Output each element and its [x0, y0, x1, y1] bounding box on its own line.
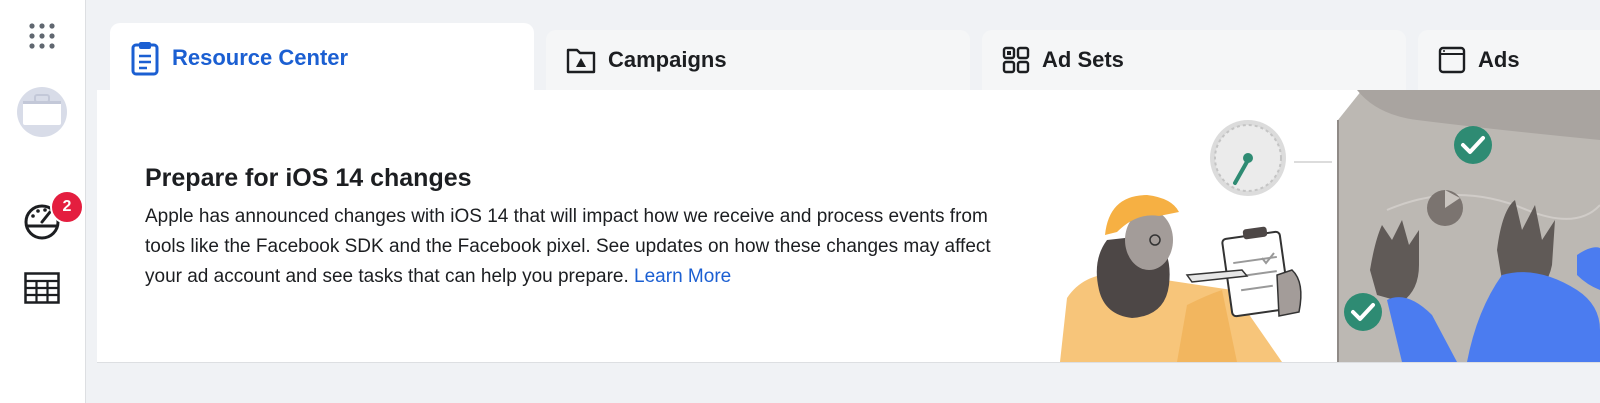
clipboard-icon	[130, 40, 160, 76]
banner-body-text: Apple has announced changes with iOS 14 …	[145, 206, 991, 287]
window-icon	[1438, 46, 1466, 74]
ios-changes-illustration	[1060, 90, 1600, 362]
tab-label: Resource Center	[172, 45, 349, 70]
briefcase-avatar-icon	[17, 86, 67, 142]
left-rail: 2	[0, 0, 86, 403]
account-avatar[interactable]	[17, 86, 67, 138]
tab-resource-center[interactable]: Resource Center	[110, 23, 534, 93]
tab-campaigns[interactable]: Campaigns	[546, 30, 970, 90]
banner-title: Prepare for iOS 14 changes	[145, 164, 472, 192]
tab-label: Campaigns	[608, 47, 727, 72]
apps-button[interactable]	[18, 14, 66, 62]
tab-label: Ads	[1478, 47, 1520, 72]
banner-body: Apple has announced changes with iOS 14 …	[145, 202, 1025, 292]
grid-squares-icon	[1002, 46, 1030, 74]
table-icon	[24, 271, 60, 309]
tab-label: Ad Sets	[1042, 47, 1124, 72]
gauge-illustration	[1210, 120, 1332, 196]
table-view-button[interactable]	[18, 266, 66, 314]
tab-ads[interactable]: Ads	[1418, 30, 1600, 90]
tab-ad-sets[interactable]: Ad Sets	[982, 30, 1406, 90]
grid-dots-icon	[28, 22, 56, 55]
resource-center-banner: Prepare for iOS 14 changes Apple has ann…	[97, 90, 1600, 363]
person-illustration	[1060, 195, 1302, 362]
folder-icon	[566, 46, 596, 74]
learn-more-link[interactable]: Learn More	[634, 266, 731, 287]
notification-badge: 2	[50, 190, 84, 224]
